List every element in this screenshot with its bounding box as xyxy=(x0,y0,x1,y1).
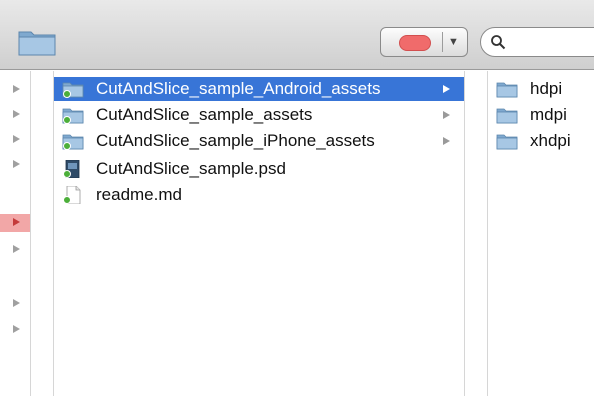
item-name: xhdpi xyxy=(530,131,571,150)
disclosure-triangle-icon xyxy=(13,160,20,168)
folder-icon[interactable] xyxy=(18,26,56,56)
disclosure-triangle-icon xyxy=(13,110,20,118)
item-name: CutAndSlice_sample_assets xyxy=(96,105,313,124)
disclosure-triangle-icon xyxy=(13,325,20,333)
label-color-button[interactable]: ▼ xyxy=(380,27,468,57)
folder-icon xyxy=(62,82,84,98)
finder-window: ▼ CutAndSlice_sample_Android_assets CutA… xyxy=(0,0,594,396)
psd-file-icon xyxy=(63,160,80,178)
disclosure-triangle-icon xyxy=(13,85,20,93)
parent-row[interactable] xyxy=(0,241,30,259)
item-name: readme.md xyxy=(96,185,182,204)
list-item[interactable]: hdpi xyxy=(488,77,594,101)
parent-row[interactable] xyxy=(0,321,30,339)
subfolder-column: hdpi mdpi xhdpi xyxy=(488,71,594,396)
parent-row[interactable] xyxy=(0,156,30,174)
red-label-swatch xyxy=(399,35,431,51)
disclosure-triangle-icon xyxy=(13,299,20,307)
list-item[interactable]: CutAndSlice_sample.psd xyxy=(54,157,464,181)
list-item[interactable]: readme.md xyxy=(54,183,464,207)
parent-row[interactable] xyxy=(0,295,30,313)
list-item[interactable]: CutAndSlice_sample_Android_assets xyxy=(54,77,464,101)
file-column: CutAndSlice_sample_Android_assets CutAnd… xyxy=(54,71,465,396)
chevron-right-icon xyxy=(443,111,450,119)
search-field[interactable] xyxy=(480,27,594,57)
folder-icon xyxy=(62,134,84,150)
disclosure-triangle-icon xyxy=(13,245,20,253)
folder-icon xyxy=(62,108,84,124)
chevron-right-icon xyxy=(443,137,450,145)
parent-row[interactable] xyxy=(0,106,30,124)
disclosure-triangle-icon xyxy=(13,218,20,226)
column-resize-handle[interactable] xyxy=(31,71,54,396)
list-item[interactable]: mdpi xyxy=(488,103,594,127)
item-name: CutAndSlice_sample_iPhone_assets xyxy=(96,131,375,150)
search-icon xyxy=(491,35,506,50)
chevron-down-icon[interactable]: ▼ xyxy=(448,32,459,52)
parent-row[interactable] xyxy=(0,131,30,149)
item-name: CutAndSlice_sample.psd xyxy=(96,159,286,178)
parent-column[interactable] xyxy=(0,71,31,396)
search-input[interactable] xyxy=(511,32,594,54)
item-name: hdpi xyxy=(530,79,563,98)
folder-icon xyxy=(496,134,518,150)
list-item[interactable]: CutAndSlice_sample_iPhone_assets xyxy=(54,129,464,153)
disclosure-triangle-icon xyxy=(13,135,20,143)
list-item[interactable]: xhdpi xyxy=(488,129,594,153)
button-divider xyxy=(442,32,443,52)
list-item[interactable]: CutAndSlice_sample_assets xyxy=(54,103,464,127)
chevron-right-icon xyxy=(443,85,450,93)
toolbar: ▼ xyxy=(0,0,594,70)
folder-icon xyxy=(496,82,518,98)
text-file-icon xyxy=(63,186,81,204)
item-name: mdpi xyxy=(530,105,567,124)
parent-row-active[interactable] xyxy=(0,214,30,232)
item-name: CutAndSlice_sample_Android_assets xyxy=(96,79,381,98)
folder-icon xyxy=(496,108,518,124)
column-resize-handle[interactable] xyxy=(465,71,488,396)
parent-row[interactable] xyxy=(0,81,30,99)
